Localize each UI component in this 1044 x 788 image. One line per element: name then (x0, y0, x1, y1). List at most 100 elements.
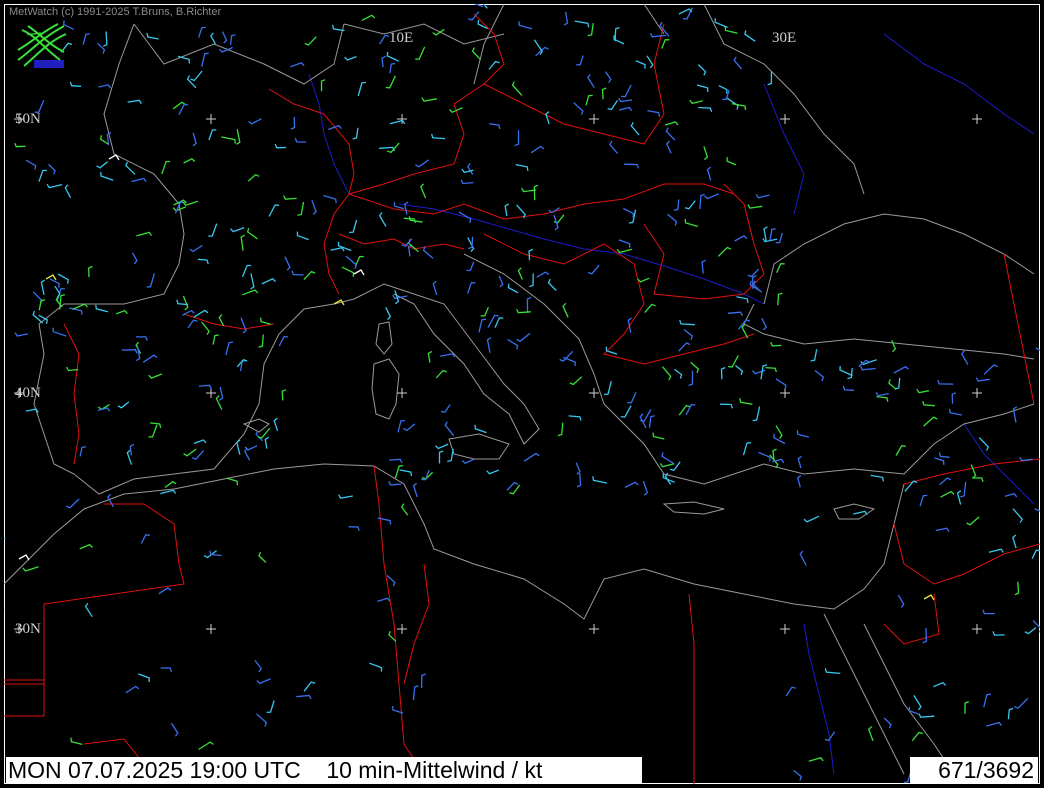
wind-barb-icon (875, 392, 889, 397)
wind-barb-icon (772, 448, 777, 461)
wind-barb-icon (528, 248, 533, 261)
wind-barb-icon (381, 55, 386, 68)
river-volga-region (883, 33, 1035, 135)
wind-barb-icon (526, 296, 532, 313)
wind-barb-icon (666, 213, 678, 226)
wind-barb-icon (951, 392, 957, 404)
wind-barb-icon (412, 685, 419, 701)
wind-barb-icon (273, 417, 279, 432)
wind-barb-icon (913, 695, 922, 711)
graticule-cross (589, 114, 599, 124)
wind-barb-icon (664, 121, 679, 126)
wind-barb-icon (389, 119, 406, 125)
wind-barb-icon (960, 482, 967, 498)
wind-barb-icon (349, 219, 358, 234)
wind-barb-icon (739, 398, 753, 405)
wind-barb-icon (661, 39, 670, 49)
border-turkey-east (1003, 253, 1035, 405)
wind-barb-icon (25, 159, 37, 170)
wind-barb-icon (102, 31, 108, 47)
wind-barb-icon (939, 477, 952, 486)
wind-barb-icon (330, 246, 345, 252)
coast-corsica (375, 321, 393, 355)
wind-barb-icon (142, 354, 158, 363)
lon-label-10e: 10E (389, 30, 414, 46)
wind-barb-icon (399, 469, 413, 477)
wind-barb-icon (438, 450, 444, 464)
wind-barb-icon (320, 79, 326, 92)
wind-barb-icon (796, 474, 802, 488)
wind-barb-icon (84, 602, 93, 618)
wind-barb-icon (1034, 508, 1040, 512)
wind-barb-icon (400, 503, 409, 516)
wind-barb-icon (644, 303, 656, 314)
wind-barb-icon (294, 137, 307, 143)
wind-barb-icon (468, 11, 480, 21)
coast-western-europe (33, 23, 355, 495)
wind-barb-icon (893, 365, 910, 374)
wind-barb-icon (160, 489, 177, 495)
wind-barb-icon (136, 336, 148, 341)
wind-barb-icon (198, 741, 214, 751)
wind-barb-icon (385, 307, 392, 321)
wind-barb-icon (146, 273, 156, 288)
wind-barb-icon (547, 278, 557, 291)
wind-barb-icon (620, 405, 632, 418)
wind-barb-icon (523, 452, 540, 462)
wind-barb-icon (107, 493, 114, 508)
wind-barb-icon (160, 667, 173, 672)
wind-barb-icon (727, 311, 743, 316)
wind-barb-icon (291, 270, 304, 276)
wind-barb-icon (290, 62, 305, 68)
wind-barb-icon (744, 30, 756, 42)
wind-barb-icon (516, 204, 526, 219)
wind-barb-icon (248, 118, 262, 125)
wind-barb-icon (894, 377, 901, 390)
wind-barb-icon (345, 255, 358, 270)
wind-barb-icon (48, 163, 56, 175)
wind-barb-icon (266, 700, 275, 714)
metwatch-logo-icon (17, 23, 67, 68)
wind-barb-icon (221, 136, 237, 144)
wind-barb-icon (96, 161, 109, 169)
wind-barb-icon (187, 319, 198, 329)
wind-barb-icon (258, 334, 264, 348)
wind-barb-icon (688, 370, 694, 387)
graticule-cross (397, 388, 407, 398)
wind-barb-icon (240, 234, 246, 251)
wind-barb-icon (129, 443, 135, 456)
wind-barb-icon (810, 349, 818, 362)
wind-barb-icon (229, 34, 236, 45)
wind-barb-icon (22, 566, 39, 572)
wind-barb-icon (46, 183, 63, 189)
coastline-layer (4, 4, 1035, 775)
wind-barb-icon (386, 575, 396, 587)
wind-barb-icon (14, 332, 28, 337)
wind-barb-icon (403, 423, 416, 432)
wind-barb-icon (260, 317, 271, 325)
wind-barb-icon (88, 265, 93, 278)
wind-barb-icon (240, 317, 247, 334)
wind-barb-icon (337, 241, 352, 252)
wind-barb-icon (467, 282, 476, 294)
wind-barb-icon (516, 308, 531, 314)
wind-barb-icon (38, 169, 47, 182)
graticule-cross (206, 624, 216, 634)
wind-barb-icon (79, 446, 87, 457)
wind-barb-icon (853, 510, 868, 516)
weather-map[interactable] (4, 4, 1040, 784)
wind-barb-icon (533, 39, 543, 55)
wind-barb-icon (785, 686, 796, 697)
wind-barb-icon (140, 534, 150, 544)
wind-barb-icon (256, 678, 271, 685)
wind-barb-icon (121, 349, 138, 354)
wind-barb-icon (261, 278, 277, 285)
wind-barb-icon (665, 127, 676, 141)
wind-barb-icon (699, 193, 705, 210)
wind-barb-icon (79, 543, 93, 550)
wind-barb-icon (747, 268, 760, 278)
wind-barb-icon (66, 366, 79, 372)
wind-barb-icon (814, 369, 825, 382)
wind-barb-icon (480, 306, 489, 317)
wind-barb-icon (933, 681, 947, 688)
